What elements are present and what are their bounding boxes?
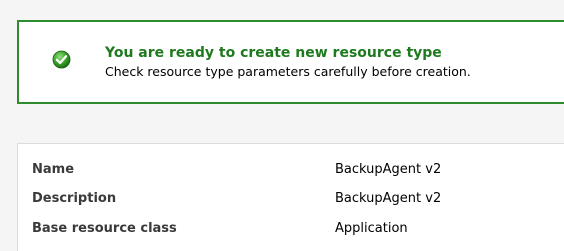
param-label-description: Description [32, 191, 117, 206]
param-value-name: BackupAgent v2 [335, 162, 442, 177]
param-value-description: BackupAgent v2 [335, 191, 442, 206]
param-value-base-resource-class: Application [335, 221, 408, 236]
parameters-panel: Name BackupAgent v2 Description BackupAg… [17, 143, 564, 251]
resource-type-confirmation: You are ready to create new resource typ… [0, 0, 564, 251]
ready-notice: You are ready to create new resource typ… [17, 20, 564, 104]
param-label-name: Name [32, 162, 75, 177]
ready-title: You are ready to create new resource typ… [105, 45, 442, 61]
check-circle-icon [52, 50, 71, 69]
param-label-base-resource-class: Base resource class [32, 221, 177, 236]
ready-subtitle: Check resource type parameters carefully… [105, 64, 471, 79]
